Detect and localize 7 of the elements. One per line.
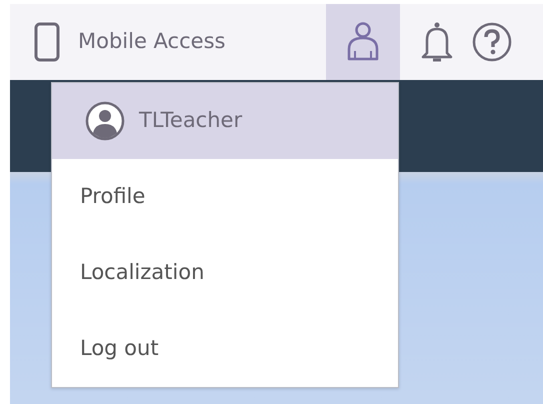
user-avatar-icon <box>85 101 125 141</box>
mobile-phone-icon <box>34 22 60 62</box>
menu-item[interactable]: Localization <box>52 235 398 311</box>
user-menu-button[interactable] <box>326 4 400 80</box>
menu-item[interactable]: Profile <box>52 159 398 235</box>
menu-item[interactable]: Log out <box>52 311 398 387</box>
username-item[interactable]: TLTeacher <box>52 83 398 159</box>
